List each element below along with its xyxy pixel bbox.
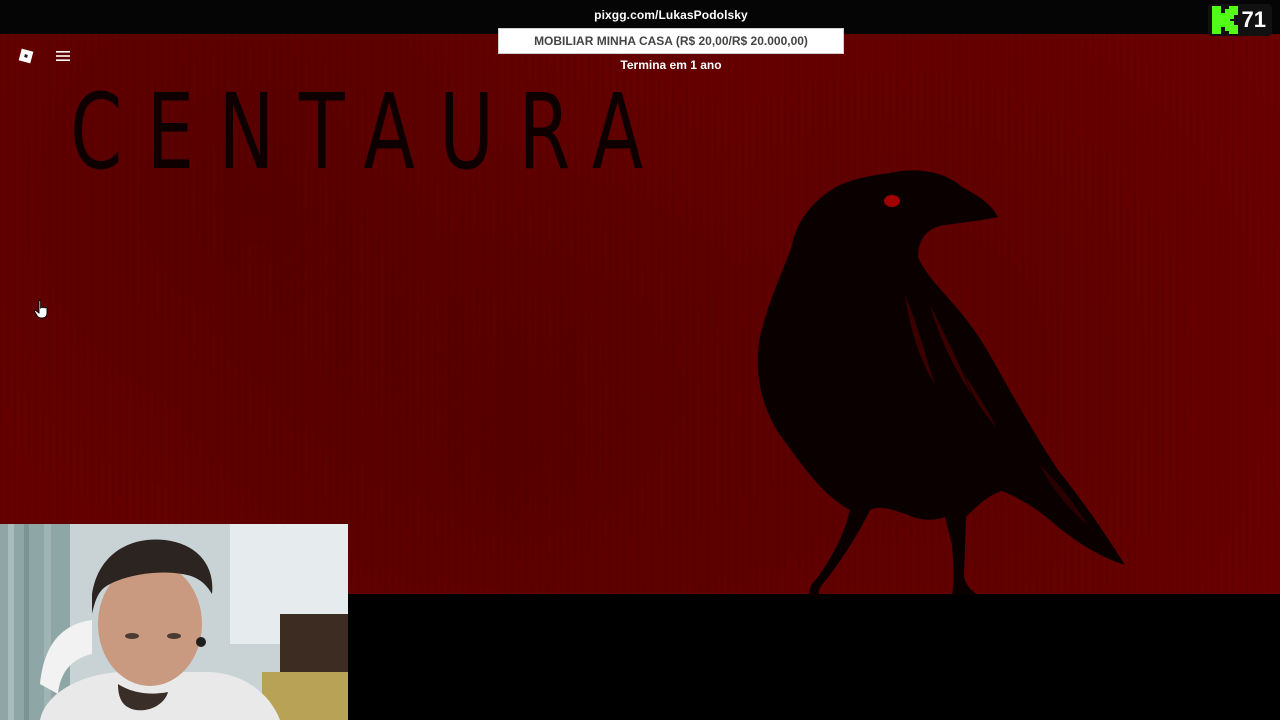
hand-pointer-icon: [34, 300, 48, 319]
donation-url: pixgg.com/LukasPodolsky: [594, 8, 748, 22]
viewer-count: 71: [1241, 7, 1266, 32]
stream-screen: pixgg.com/LukasPodolsky MOBILIAR MINHA C…: [0, 0, 1280, 720]
donation-goal-deadline: Termina em 1 ano: [620, 58, 722, 72]
roblox-icon: [18, 48, 34, 64]
donation-goal-bar: MOBILIAR MINHA CASA (R$ 20,00/R$ 20.000,…: [498, 28, 844, 54]
webcam-feed: [0, 524, 348, 720]
kick-logo-icon: [1211, 6, 1238, 34]
hamburger-menu-icon: [56, 51, 70, 61]
crow-silhouette: [757, 170, 1125, 598]
kick-viewer-badge: 71: [1207, 4, 1272, 36]
streamer-webcam: [0, 524, 348, 720]
game-menu-button[interactable]: [45, 42, 81, 70]
donation-goal-label: MOBILIAR MINHA CASA (R$ 20,00/R$ 20.000,…: [534, 34, 808, 48]
roblox-menu-button[interactable]: [8, 42, 44, 70]
game-title: CENTAURA: [70, 71, 668, 193]
